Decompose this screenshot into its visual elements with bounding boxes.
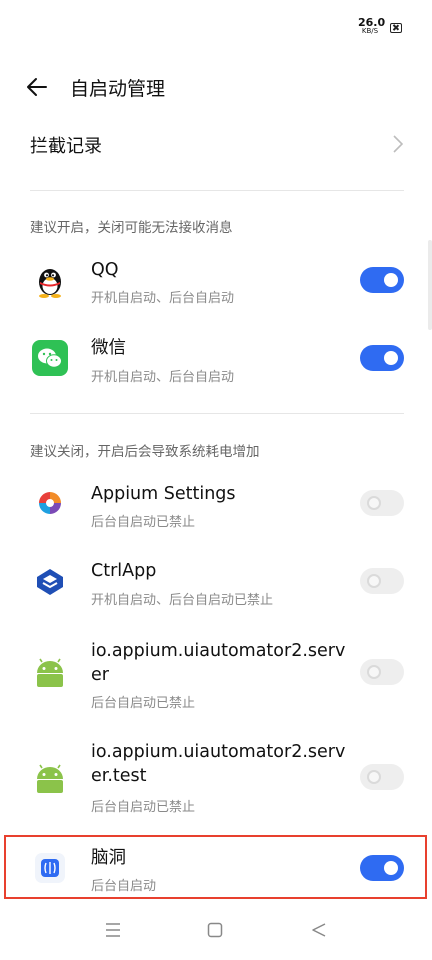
- net-speed-value: 26.0: [358, 16, 386, 29]
- ctrlapp-icon: [32, 564, 68, 600]
- network-speed-indicator: 26.0 KB/S: [358, 16, 386, 36]
- autostart-toggle-appium-settings[interactable]: [360, 490, 404, 516]
- android-icon: [32, 760, 68, 796]
- appium-icon: [32, 485, 68, 521]
- naodong-icon: [32, 850, 68, 886]
- autostart-toggle-uiautomator2-server[interactable]: [360, 659, 404, 685]
- no-sim-icon: [390, 23, 402, 33]
- app-name: CtrlApp: [91, 561, 157, 581]
- app-header: 自启动管理: [0, 60, 432, 114]
- autostart-toggle-qq[interactable]: [360, 267, 404, 293]
- menu-icon[interactable]: [104, 922, 122, 942]
- back-triangle-icon[interactable]: [311, 922, 327, 942]
- section-heading-recommend-off: 建议关闭，开启后会导致系统耗电增加: [30, 444, 260, 460]
- app-row-appium-settings: Appium Settings 后台自启动已禁止: [0, 477, 432, 539]
- back-arrow-icon[interactable]: [26, 75, 48, 99]
- system-nav-bar: [0, 900, 432, 960]
- divider: [30, 190, 404, 191]
- wechat-icon: [32, 340, 68, 376]
- autostart-toggle-wechat[interactable]: [360, 345, 404, 371]
- app-name: 脑洞: [91, 848, 126, 868]
- app-name: io.appium.uiautomator2.server.test: [91, 742, 346, 786]
- app-desc: 开机自启动、后台自启动: [91, 370, 235, 385]
- app-row-wechat: 微信 开机自启动、后台自启动: [0, 332, 432, 394]
- section-heading-recommend-on: 建议开启，关闭可能无法接收消息: [30, 220, 233, 236]
- app-name: io.appium.uiautomator2.server: [91, 641, 346, 685]
- app-name: Appium Settings: [91, 484, 236, 504]
- app-desc: 后台自启动已禁止: [91, 800, 196, 815]
- app-desc: 开机自启动、后台自启动已禁止: [91, 593, 274, 608]
- autostart-toggle-uiautomator2-server-test[interactable]: [360, 764, 404, 790]
- autostart-toggle-ctrlapp[interactable]: [360, 568, 404, 594]
- app-desc: 后台自启动已禁止: [91, 515, 196, 530]
- scroll-indicator: [428, 240, 432, 330]
- app-name: 微信: [91, 338, 126, 358]
- app-desc: 后台自启动已禁止: [91, 696, 196, 711]
- page-title: 自启动管理: [70, 78, 166, 100]
- app-desc: 开机自启动、后台自启动: [91, 291, 235, 306]
- android-icon: [32, 654, 68, 690]
- app-row-ctrlapp: CtrlApp 开机自启动、后台自启动已禁止: [0, 555, 432, 617]
- home-square-icon[interactable]: [207, 922, 223, 942]
- chevron-right-icon: [393, 135, 404, 157]
- autostart-toggle-naodong[interactable]: [360, 855, 404, 881]
- divider: [30, 413, 404, 414]
- app-name: QQ: [91, 260, 119, 280]
- intercept-record-label: 拦截记录: [30, 136, 102, 157]
- intercept-record-row[interactable]: 拦截记录: [30, 117, 405, 171]
- qq-penguin-icon: [32, 263, 68, 299]
- app-row-uiautomator2-server-test: io.appium.uiautomator2.server.test 后台自启动…: [0, 740, 432, 824]
- status-bar: 26.0 KB/S: [0, 0, 432, 60]
- app-row-naodong: 脑洞 后台自启动: [0, 840, 432, 898]
- app-row-qq: QQ 开机自启动、后台自启动: [0, 253, 432, 315]
- app-row-uiautomator2-server: io.appium.uiautomator2.server 后台自启动已禁止: [0, 634, 432, 718]
- app-desc: 后台自启动: [91, 879, 157, 894]
